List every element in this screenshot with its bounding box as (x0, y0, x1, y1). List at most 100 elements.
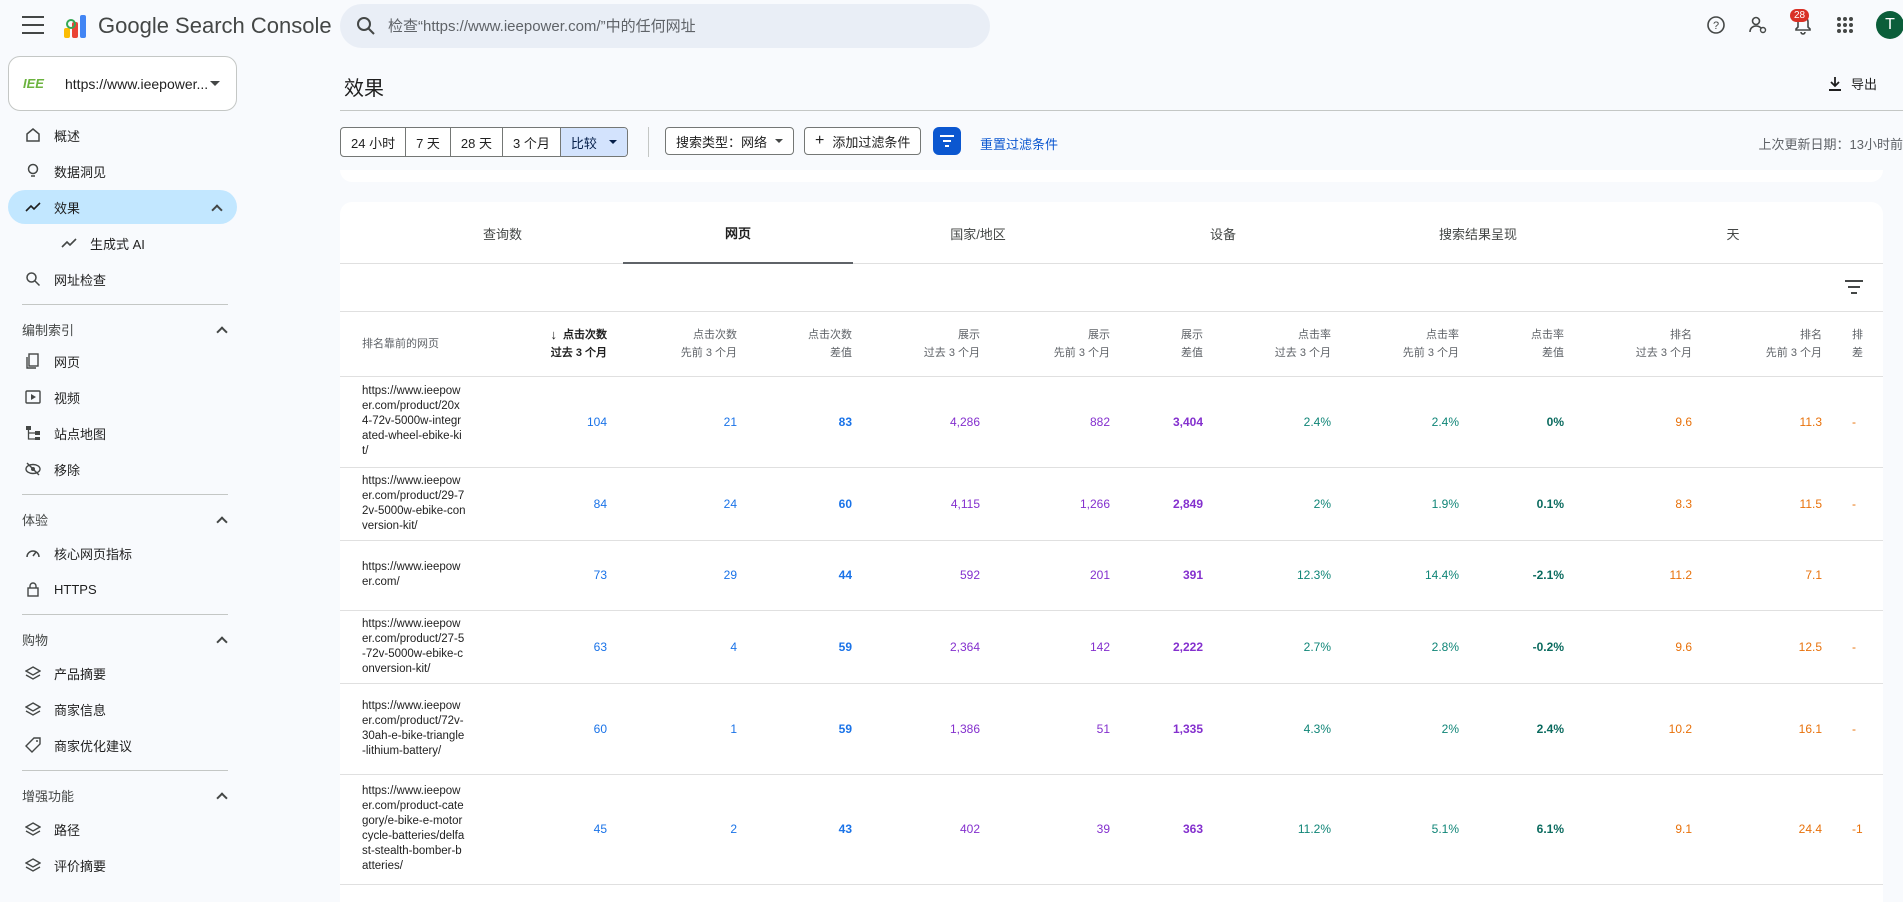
notification-count-badge: 28 (1790, 9, 1810, 22)
page-url-cell[interactable]: https://www.ieepower.com/ (340, 540, 485, 611)
sidebar-item-videos[interactable]: 视频 (8, 380, 237, 414)
column-header[interactable]: 展示 先前 3 个月 (988, 312, 1118, 377)
sidebar-item-sitemaps[interactable]: 站点地图 (8, 416, 237, 450)
trending-up-icon (24, 198, 42, 216)
table-row[interactable]: https://www.ieepower.com/product-categor… (340, 774, 1883, 885)
column-header[interactable]: 排差 (1830, 312, 1883, 377)
range-7d-button[interactable]: 7 天 (406, 128, 451, 156)
sidebar-item-url-inspection[interactable]: 网址检查 (8, 262, 237, 296)
sidebar-item-review-snippets[interactable]: 评价摘要 (8, 848, 237, 882)
tab-queries[interactable]: 查询数 (340, 202, 665, 264)
metric-cell: 142 (988, 610, 1118, 684)
sidebar: IEE https://www.ieepower... 概述 数据洞见 效果 生… (0, 52, 240, 890)
table-row[interactable]: https://www.ieepower.com/product/20x4-72… (340, 376, 1883, 468)
search-input[interactable] (388, 17, 948, 35)
table-row[interactable]: https://www.ieepower.com/73 29 44 592 201 391… (340, 540, 1883, 611)
tab-search-appearance[interactable]: 搜索结果呈现 (1343, 202, 1613, 264)
sidebar-item-merchant-opportunities[interactable]: 商家优化建议 (8, 728, 237, 762)
property-selector[interactable]: IEE https://www.ieepower... (8, 56, 237, 111)
add-filter-button[interactable]: + 添加过滤条件 (804, 127, 922, 155)
sidebar-item-pages[interactable]: 网页 (8, 344, 237, 378)
filter-rows-icon[interactable] (1845, 280, 1863, 294)
column-header[interactable]: 点击率 先前 3 个月 (1339, 312, 1467, 377)
metric-cell: 1,266 (988, 467, 1118, 541)
chevron-down-icon (775, 139, 784, 143)
table-row[interactable]: https://www.ieepower.com/product/27-5-72… (340, 610, 1883, 684)
column-header[interactable]: 点击次数 先前 3 个月 (615, 312, 745, 377)
sidebar-item-label: HTTPS (54, 581, 97, 597)
url-inspect-search-bar[interactable] (340, 4, 990, 48)
metric-cell: 592 (860, 540, 988, 611)
sidebar-item-performance[interactable]: 效果 (8, 190, 237, 224)
sidebar-item-label: 商家优化建议 (54, 738, 133, 754)
range-24h-button[interactable]: 24 小时 (341, 128, 407, 156)
filter-settings-button[interactable] (933, 127, 961, 155)
metric-cell: - (1830, 376, 1883, 468)
metric-cell: 10.2 (1572, 683, 1700, 775)
table-row[interactable]: https://www.ieepower.com/product/29-72v-… (340, 467, 1883, 541)
compare-button[interactable]: 比较 (560, 128, 627, 156)
metric-cell: 1,335 (1118, 683, 1211, 775)
column-header[interactable]: 展示 差值 (1118, 312, 1211, 377)
page-url-cell[interactable]: https://www.ieepower.com/product/72v-30a… (340, 683, 485, 775)
main-menu-icon[interactable] (22, 16, 44, 34)
sidebar-item-overview[interactable]: 概述 (8, 118, 237, 152)
export-button[interactable]: 导出 (1827, 74, 1877, 93)
page-url-cell[interactable]: https://www.ieepower.com/product-categor… (340, 774, 485, 885)
sidebar-item-core-web-vitals[interactable]: 核心网页指标 (8, 536, 237, 570)
sidebar-item-https[interactable]: HTTPS (8, 572, 237, 606)
sidebar-item-removals[interactable]: 移除 (8, 452, 237, 486)
column-header[interactable]: 点击次数 差值 (745, 312, 860, 377)
section-shopping[interactable]: 购物 (22, 630, 232, 649)
metric-cell: 0% (1467, 376, 1572, 468)
avatar[interactable]: T (1876, 11, 1903, 39)
tab-dates[interactable]: 天 (1613, 202, 1853, 264)
reset-filters-link[interactable]: 重置过滤条件 (980, 134, 1058, 153)
metric-cell: 11.5 (1700, 467, 1830, 541)
sidebar-item-generative-ai[interactable]: 生成式 AI (8, 226, 237, 260)
column-header[interactable]: 点击率 过去 3 个月 (1211, 312, 1339, 377)
page-url: https://www.ieepower.com/product-categor… (362, 785, 465, 872)
range-28d-button[interactable]: 28 天 (451, 128, 503, 156)
app-logo[interactable]: Google Search Console (62, 12, 332, 40)
sidebar-item-merchant-listings[interactable]: 商家信息 (8, 692, 237, 726)
account-settings-icon[interactable] (1745, 12, 1771, 38)
metric-cell: 5.1% (1339, 774, 1467, 885)
page-url-cell[interactable]: https://www.ieepower.com/product/20x4-72… (340, 376, 485, 468)
page-url-cell[interactable]: https://www.ieepower.com/product/27-5-72… (340, 610, 485, 684)
column-header[interactable]: 点击率 差值 (1467, 312, 1572, 377)
range-3m-button[interactable]: 3 个月 (503, 128, 561, 156)
lock-icon (24, 580, 42, 598)
search-type-chip[interactable]: 搜索类型：网络 (665, 127, 795, 155)
search-icon[interactable] (356, 16, 376, 36)
metric-cell: 14.4% (1339, 540, 1467, 611)
section-experience[interactable]: 体验 (22, 510, 232, 529)
app-title: Google Search Console (98, 13, 332, 38)
column-header[interactable]: 展示 过去 3 个月 (860, 312, 988, 377)
tab-pages[interactable]: 网页 (623, 202, 853, 264)
table-row[interactable]: https://www.ieepower.com/product/72v-30a… (340, 683, 1883, 775)
column-header[interactable]: 排名 过去 3 个月 (1572, 312, 1700, 377)
sitemap-icon (24, 424, 42, 442)
column-header[interactable]: ↓ 点击次数 过去 3 个月 (485, 312, 615, 377)
compare-label: 比较 (570, 135, 597, 151)
sidebar-item-breadcrumbs[interactable]: 路径 (8, 812, 237, 846)
tab-countries[interactable]: 国家/地区 (853, 202, 1103, 264)
metric-cell: 6.1% (1467, 774, 1572, 885)
column-header-page[interactable]: 排名靠前的网页 (340, 312, 485, 377)
apps-grid-icon[interactable] (1832, 12, 1858, 38)
tab-devices[interactable]: 设备 (1103, 202, 1343, 264)
metric-cell: 9.6 (1572, 376, 1700, 468)
add-filter-label: 添加过滤条件 (832, 134, 911, 150)
section-indexing[interactable]: 编制索引 (22, 320, 232, 339)
section-enhancements[interactable]: 增强功能 (22, 786, 232, 805)
chevron-up-icon (216, 635, 228, 648)
metric-cell: 44 (745, 540, 860, 611)
help-icon[interactable]: ? (1703, 12, 1729, 38)
sidebar-item-product-snippets[interactable]: 产品摘要 (8, 656, 237, 690)
sidebar-item-insights[interactable]: 数据洞见 (8, 154, 237, 188)
plus-icon: + (815, 132, 825, 149)
page-url-cell[interactable]: https://www.ieepower.com/product/29-72v-… (340, 467, 485, 541)
column-header[interactable]: 排名 先前 3 个月 (1700, 312, 1830, 377)
page-title: 效果 (344, 78, 384, 100)
